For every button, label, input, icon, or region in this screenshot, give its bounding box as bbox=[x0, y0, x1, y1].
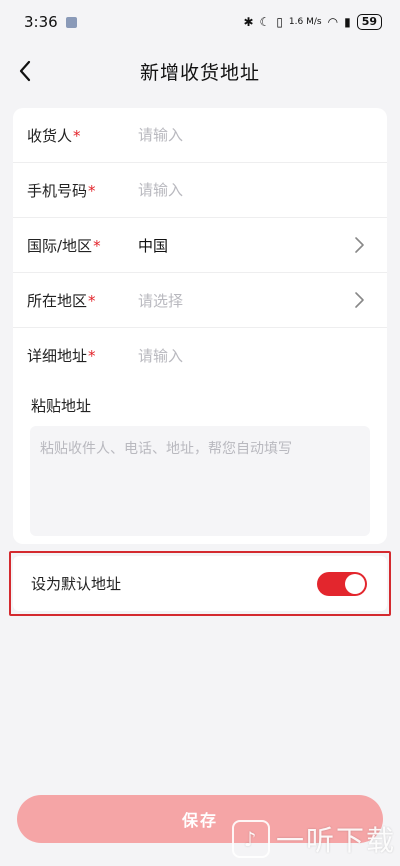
recipient-label: 收货人* bbox=[27, 126, 81, 145]
address-form-card: 收货人* 手机号码* 国际/地区* 中国 所在地区* 请选择 详细地址* 粘贴地… bbox=[13, 108, 387, 544]
back-button[interactable] bbox=[10, 56, 40, 86]
network-speed: 1.6 M/s bbox=[288, 17, 322, 27]
country-label: 国际/地区* bbox=[27, 236, 101, 255]
phone-label: 手机号码* bbox=[27, 181, 96, 200]
wifi-icon: ◠ bbox=[327, 15, 339, 29]
chevron-left-icon bbox=[19, 60, 31, 82]
clock: 3:36 bbox=[24, 13, 58, 31]
row-recipient: 收货人* bbox=[13, 108, 387, 163]
recipient-input[interactable] bbox=[138, 126, 348, 144]
bluetooth-icon: ✱ bbox=[243, 15, 254, 29]
phone-input[interactable] bbox=[138, 181, 348, 199]
watermark: ♪ 一听下载 bbox=[231, 818, 396, 860]
signal-icon: ▮ bbox=[344, 15, 351, 29]
status-left: 3:36 bbox=[24, 13, 77, 31]
region-label: 所在地区* bbox=[27, 291, 96, 310]
region-placeholder: 请选择 bbox=[138, 291, 184, 310]
moon-icon: ☾ bbox=[259, 15, 271, 29]
notification-icon bbox=[65, 16, 77, 28]
row-country[interactable]: 国际/地区* 中国 bbox=[13, 218, 387, 273]
detail-address-label: 详细地址* bbox=[27, 347, 96, 365]
row-region[interactable]: 所在地区* 请选择 bbox=[13, 273, 387, 328]
page-title: 新增收货地址 bbox=[139, 61, 260, 84]
listen-logo-icon: ♪ bbox=[231, 820, 270, 858]
battery-indicator: 59 bbox=[356, 14, 382, 30]
paste-address-title: 粘贴地址 bbox=[31, 397, 92, 415]
chevron-right-icon bbox=[355, 237, 364, 253]
detail-address-input[interactable] bbox=[138, 346, 348, 365]
highlight-frame bbox=[9, 551, 391, 616]
nav-bar: 新增收货地址 bbox=[0, 44, 400, 98]
status-right: ✱ ☾ ▯ 1.6 M/s ◠ ▮ 59 bbox=[243, 14, 382, 30]
country-value: 中国 bbox=[138, 236, 169, 255]
status-bar: 3:36 ✱ ☾ ▯ 1.6 M/s ◠ ▮ 59 bbox=[0, 0, 400, 44]
chevron-right-icon bbox=[355, 292, 364, 308]
row-detail-address: 详细地址* bbox=[13, 328, 387, 383]
watermark-text: 一听下载 bbox=[275, 824, 396, 857]
vibrate-icon: ▯ bbox=[276, 15, 283, 29]
paste-address-textarea[interactable] bbox=[30, 426, 370, 536]
row-phone: 手机号码* bbox=[13, 163, 387, 218]
